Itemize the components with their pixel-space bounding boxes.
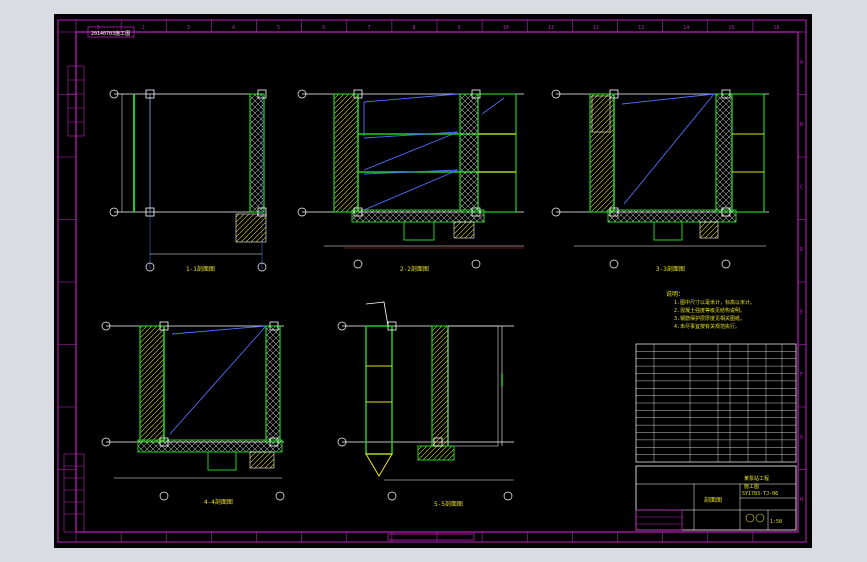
section-5-5 <box>337 301 514 501</box>
bottom-scale-bar <box>387 533 475 541</box>
title-block-stage: 施工图 <box>744 483 759 490</box>
drawing-canvas[interactable]: 1 2 3 4 5 6 7 8 9 10 11 12 13 14 15 16 A B C D E F G H 20140703… <box>54 14 812 548</box>
frame-number: 16 <box>773 25 779 31</box>
section-1-1-title: 1-1剖面图 <box>186 265 215 273</box>
sheet-border-outer <box>57 19 807 543</box>
frame-number: 2 <box>142 25 145 31</box>
frame-letter: F <box>800 372 803 378</box>
cad-viewport: 1 2 3 4 5 6 7 8 9 10 11 12 13 14 15 16 A B C D E F G H 20140703… <box>0 0 867 562</box>
section-3-3 <box>551 89 769 269</box>
frame-number: 4 <box>232 25 235 31</box>
section-3-3-title: 3-3剖面图 <box>656 265 685 273</box>
frame-letter: C <box>800 184 803 190</box>
header-label: 20140703施工图 <box>91 30 130 37</box>
frame-number: 5 <box>277 25 280 31</box>
frame-grid-markers: 1 2 3 4 5 6 7 8 9 10 11 12 13 14 15 16ABCDEFGH <box>58 20 806 542</box>
frame-letter: B <box>800 122 803 128</box>
frame-number: 7 <box>367 25 370 31</box>
frame-number: 10 <box>503 25 509 31</box>
frame-number: 12 <box>593 25 599 31</box>
frame-letter: E <box>800 309 803 315</box>
frame-number: 8 <box>412 25 415 31</box>
note-4: 4.未尽事宜按有关规范执行。 <box>674 323 740 330</box>
left-revision-strip <box>63 65 85 533</box>
title-block-project: 某泵站工程 <box>744 475 769 482</box>
frame-letter: H <box>800 497 803 503</box>
notes-block: 说明： 1.图中尺寸以毫米计，标高以米计。 2.混凝土强度等级见结构说明。 3.… <box>666 290 755 330</box>
title-block-drawing-name: 剖面图 <box>704 496 722 504</box>
note-1: 1.图中尺寸以毫米计，标高以米计。 <box>674 299 755 306</box>
frame-number: 11 <box>548 25 554 31</box>
note-3: 3.钢筋保护层厚度见相关图纸。 <box>674 315 745 322</box>
frame-number: 13 <box>638 25 644 31</box>
section-1-1 <box>109 89 267 272</box>
notes-title: 说明： <box>666 290 684 298</box>
drawing-sheet: 1 2 3 4 5 6 7 8 9 10 11 12 13 14 15 16ABCDEFGH 20140703… <box>57 19 807 543</box>
section-2-2 <box>297 89 524 269</box>
title-block-scale: 1:50 <box>770 519 782 525</box>
frame-number: 6 <box>322 25 325 31</box>
frame-number: 3 <box>187 25 190 31</box>
section-5-5-title: 5-5剖面图 <box>434 500 463 508</box>
frame-number: 14 <box>683 25 689 31</box>
frame-letter: D <box>800 247 803 253</box>
section-4-4 <box>101 321 285 501</box>
section-4-4-title: 4-4剖面图 <box>204 498 233 506</box>
note-2: 2.混凝土强度等级见结构说明。 <box>674 307 745 314</box>
stamp-circle-1 <box>745 513 755 523</box>
frame-number: 9 <box>458 25 461 31</box>
section-2-2-title: 2-2剖面图 <box>400 265 429 273</box>
frame-letter: A <box>800 59 803 65</box>
parts-table <box>635 343 797 463</box>
stamp-circle-2 <box>755 513 765 523</box>
frame-number: 15 <box>728 25 734 31</box>
frame-letter: G <box>800 434 803 440</box>
title-block-drawing-no: SY1703-TJ-06 <box>742 491 778 497</box>
